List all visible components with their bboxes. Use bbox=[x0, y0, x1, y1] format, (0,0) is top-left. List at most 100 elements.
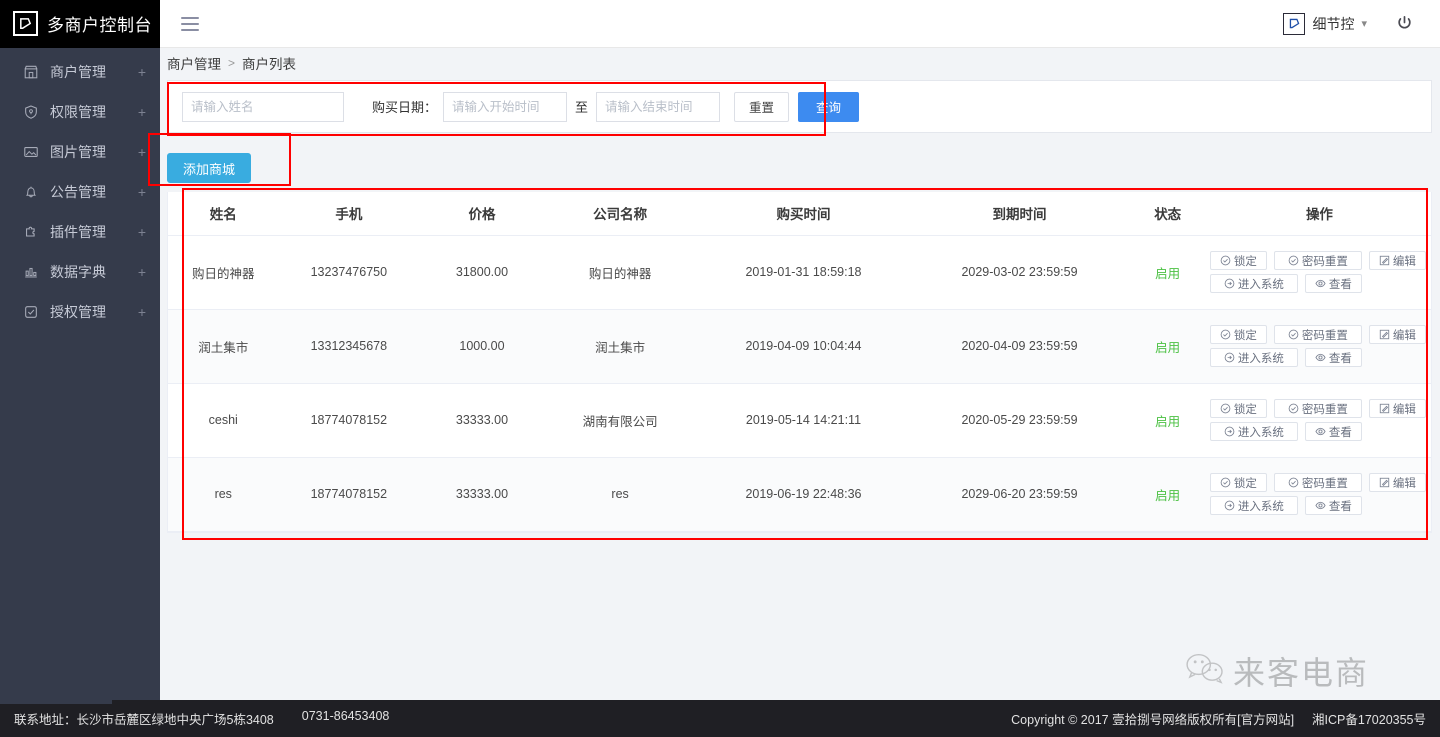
check-circle-icon bbox=[1288, 329, 1299, 340]
start-date-input[interactable] bbox=[443, 91, 568, 122]
buy-date-label: 购买日期： bbox=[372, 100, 438, 115]
reset-button[interactable]: 重置 bbox=[734, 91, 790, 122]
action-check-circle-button[interactable]: 锁定 bbox=[1209, 251, 1267, 270]
arrow-right-circle-icon bbox=[1224, 352, 1235, 363]
action-check-circle-button[interactable]: 密码重置 bbox=[1273, 473, 1362, 492]
arrow-right-circle-icon bbox=[1224, 426, 1235, 437]
action-label: 进入系统 bbox=[1237, 352, 1284, 365]
cell-phone: 13237476750 bbox=[278, 235, 420, 310]
action-arrow-right-circle-button[interactable]: 进入系统 bbox=[1209, 422, 1298, 441]
action-label: 查看 bbox=[1328, 500, 1352, 513]
search-input[interactable] bbox=[182, 91, 344, 122]
cell-buy-time: 2019-01-31 18:59:18 bbox=[695, 235, 912, 310]
expand-icon[interactable]: + bbox=[138, 185, 146, 199]
action-edit-button[interactable]: 编辑 bbox=[1368, 325, 1426, 344]
top-bar: 多商户控制台 细节控 ▾ bbox=[0, 0, 1440, 48]
status-badge: 启用 bbox=[1155, 266, 1181, 281]
action-edit-button[interactable]: 编辑 bbox=[1368, 399, 1426, 418]
cell-price: 33333.00 bbox=[419, 383, 545, 458]
action-label: 进入系统 bbox=[1237, 500, 1284, 513]
cell-buy-time: 2019-05-14 14:21:11 bbox=[695, 383, 912, 458]
sidebar-item-label: 权限管理 bbox=[50, 104, 106, 120]
sidebar-item-label: 插件管理 bbox=[50, 224, 106, 240]
sidebar-item-dictionary[interactable]: 数据字典 + bbox=[0, 252, 160, 292]
merchant-table: 姓名 手机 价格 公司名称 购买时间 到期时间 状态 操作 购日的神器 13237… bbox=[167, 192, 1432, 533]
hamburger-icon[interactable] bbox=[167, 0, 213, 48]
action-arrow-right-circle-button[interactable]: 进入系统 bbox=[1209, 274, 1298, 293]
sidebar-item-authorization[interactable]: 授权管理 + bbox=[0, 292, 160, 332]
cell-company: 购日的神器 bbox=[544, 235, 696, 310]
action-check-circle-button[interactable]: 密码重置 bbox=[1273, 399, 1362, 418]
expand-icon[interactable]: + bbox=[138, 145, 146, 159]
cell-expire-time: 2029-03-02 23:59:59 bbox=[911, 235, 1128, 310]
cell-buy-time: 2019-06-19 22:48:36 bbox=[695, 457, 912, 532]
action-label: 查看 bbox=[1328, 426, 1352, 439]
col-header-buy-time: 购买时间 bbox=[695, 192, 912, 236]
check-square-icon bbox=[22, 304, 39, 321]
action-eye-button[interactable]: 查看 bbox=[1304, 496, 1362, 515]
cell-status: 启用 bbox=[1127, 235, 1208, 310]
sidebar-item-notice[interactable]: 公告管理 + bbox=[0, 172, 160, 212]
expand-icon[interactable]: + bbox=[138, 65, 146, 79]
footer-accent-strip bbox=[0, 700, 112, 704]
action-arrow-right-circle-button[interactable]: 进入系统 bbox=[1209, 348, 1298, 367]
sidebar-item-plugin[interactable]: 插件管理 + bbox=[0, 212, 160, 252]
action-eye-button[interactable]: 查看 bbox=[1304, 274, 1362, 293]
action-eye-button[interactable]: 查看 bbox=[1304, 422, 1362, 441]
end-date-input[interactable] bbox=[596, 91, 721, 122]
action-check-circle-button[interactable]: 锁定 bbox=[1209, 325, 1267, 344]
action-check-circle-button[interactable]: 锁定 bbox=[1209, 399, 1267, 418]
action-check-circle-button[interactable]: 锁定 bbox=[1209, 473, 1267, 492]
action-label: 锁定 bbox=[1233, 329, 1257, 342]
breadcrumb-parent[interactable]: 商户管理 bbox=[167, 53, 221, 73]
add-shop-button[interactable]: 添加商城 bbox=[167, 153, 252, 183]
arrow-right-circle-icon bbox=[1224, 278, 1235, 289]
eye-icon bbox=[1315, 426, 1326, 437]
diamond-s-logo-icon bbox=[13, 11, 38, 36]
row-action-group: 锁定 密码重置 编辑进入系统 查看 bbox=[1208, 399, 1431, 441]
row-action-group: 锁定 密码重置 编辑进入系统 查看 bbox=[1208, 325, 1431, 367]
footer-icp[interactable]: 湘ICP备17020355号 bbox=[1312, 709, 1426, 728]
col-header-phone: 手机 bbox=[278, 192, 420, 236]
expand-icon[interactable]: + bbox=[138, 225, 146, 239]
action-label: 密码重置 bbox=[1301, 477, 1348, 490]
sidebar-item-label: 数据字典 bbox=[50, 264, 106, 280]
cell-operations: 锁定 密码重置 编辑进入系统 查看 bbox=[1207, 457, 1431, 532]
sidebar-item-picture[interactable]: 图片管理 + bbox=[0, 132, 160, 172]
sidebar-item-merchant[interactable]: 商户管理 + bbox=[0, 52, 160, 92]
status-badge: 启用 bbox=[1155, 340, 1181, 355]
cell-phone: 13312345678 bbox=[278, 309, 420, 384]
footer-copyright-area: Copyright © 2017 壹拾捌号网络版权所有[官方网站] 湘ICP备1… bbox=[1011, 709, 1440, 728]
cell-company: 润土集市 bbox=[544, 309, 696, 384]
status-badge: 启用 bbox=[1155, 414, 1181, 429]
edit-icon bbox=[1379, 329, 1390, 340]
action-check-circle-button[interactable]: 密码重置 bbox=[1273, 325, 1362, 344]
avatar bbox=[1283, 12, 1306, 35]
action-label: 锁定 bbox=[1233, 255, 1257, 268]
expand-icon[interactable]: + bbox=[138, 265, 146, 279]
action-eye-button[interactable]: 查看 bbox=[1304, 348, 1362, 367]
footer-contact: 联系地址：长沙市岳麓区绿地中央广场5栋3408 0731-86453408 bbox=[0, 709, 389, 728]
action-label: 编辑 bbox=[1392, 477, 1416, 490]
action-label: 编辑 bbox=[1392, 329, 1416, 342]
action-edit-button[interactable]: 编辑 bbox=[1368, 473, 1426, 492]
power-icon[interactable] bbox=[1377, 14, 1422, 33]
edit-icon bbox=[1379, 403, 1390, 414]
cell-name: 润土集市 bbox=[168, 309, 279, 384]
brand-area[interactable]: 多商户控制台 bbox=[0, 0, 160, 48]
row-action-group: 锁定 密码重置 编辑进入系统 查看 bbox=[1208, 473, 1431, 515]
action-check-circle-button[interactable]: 密码重置 bbox=[1273, 251, 1362, 270]
bell-icon bbox=[22, 184, 39, 201]
sidebar: 商户管理 + 权限管理 + 图片管理 + 公告管理 + 插件管理 + 数据字典 … bbox=[0, 48, 160, 707]
expand-icon[interactable]: + bbox=[138, 305, 146, 319]
expand-icon[interactable]: + bbox=[138, 105, 146, 119]
action-edit-button[interactable]: 编辑 bbox=[1368, 251, 1426, 270]
table-row: 润土集市 13312345678 1000.00 润土集市 2019-04-09 10:… bbox=[168, 309, 1431, 384]
search-filter-panel: 购买日期： 至 重置 查询 bbox=[167, 80, 1432, 133]
sidebar-item-permission[interactable]: 权限管理 + bbox=[0, 92, 160, 132]
check-circle-icon bbox=[1220, 477, 1231, 488]
action-arrow-right-circle-button[interactable]: 进入系统 bbox=[1209, 496, 1298, 515]
user-menu[interactable]: 细节控 ▾ bbox=[1273, 12, 1377, 35]
col-header-company: 公司名称 bbox=[544, 192, 696, 236]
query-button[interactable]: 查询 bbox=[798, 91, 860, 122]
